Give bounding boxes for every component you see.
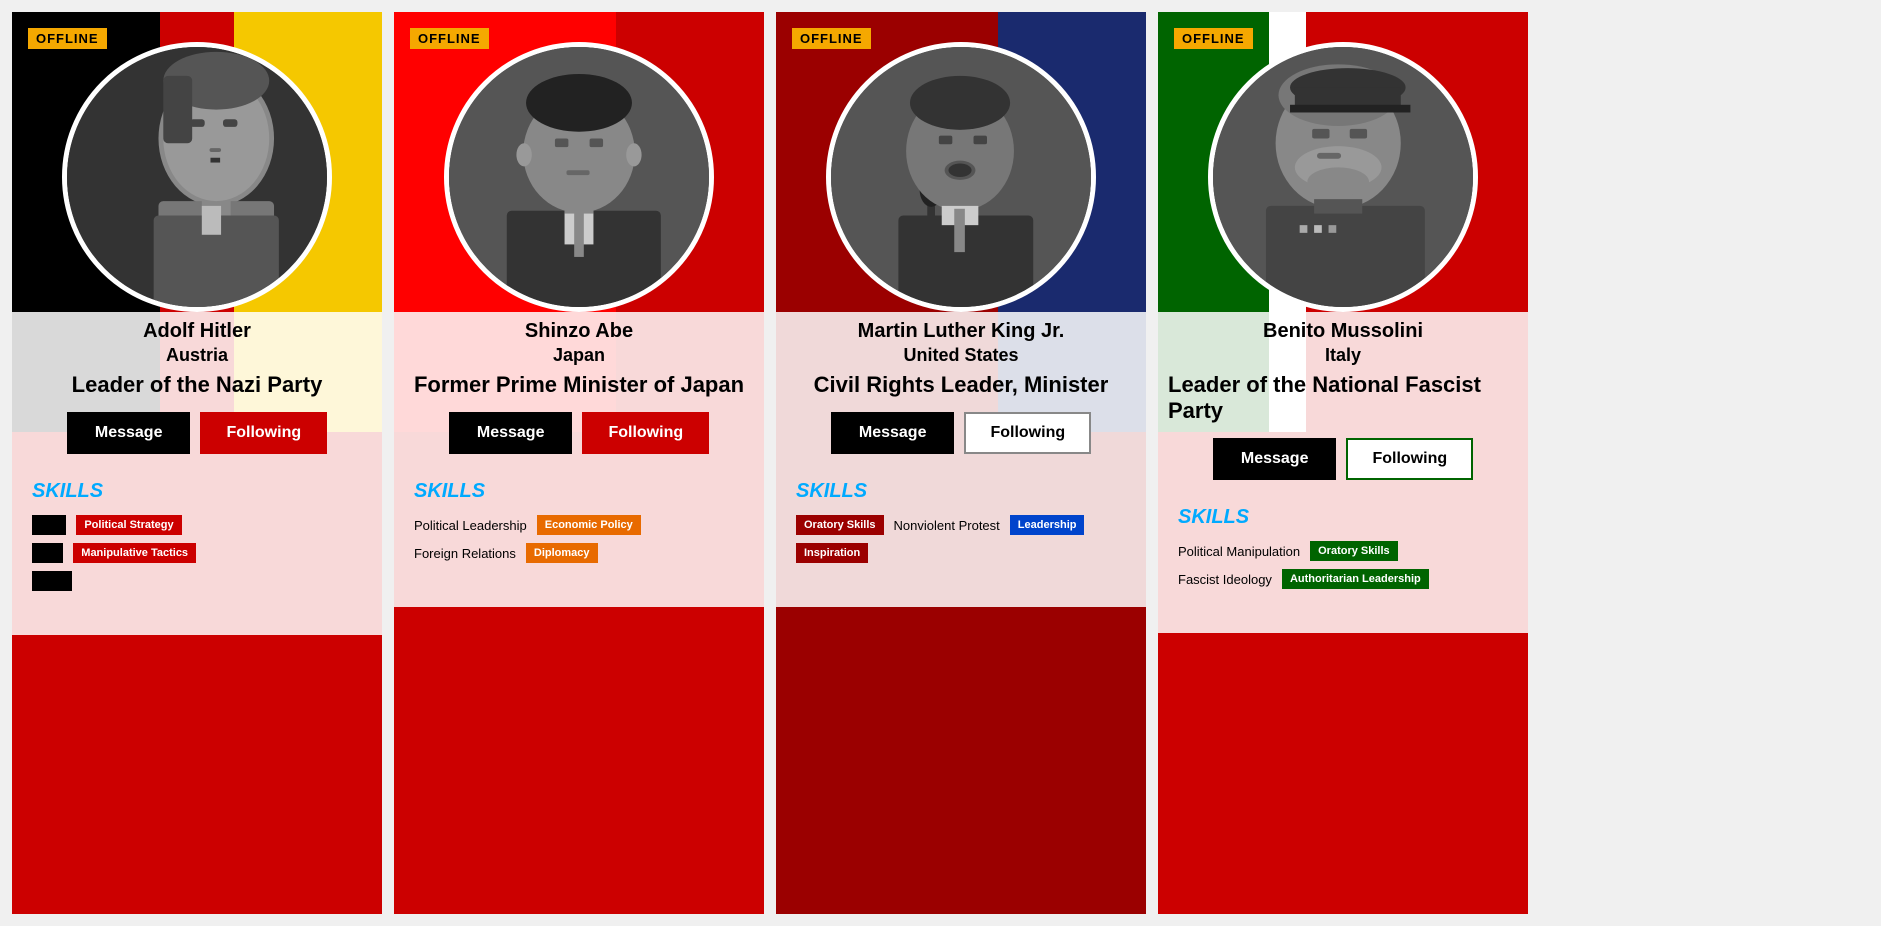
avatar (1208, 42, 1478, 312)
skill-bar (32, 515, 66, 535)
skills-title: SKILLS (414, 480, 744, 503)
profile-card-mussolini: OFFLINE (1158, 12, 1528, 914)
profile-card-mlk: OFFLINE (776, 12, 1146, 914)
skill-tag: Political Strategy (76, 515, 181, 535)
message-button[interactable]: Message (1213, 438, 1337, 480)
skill-tag: Inspiration (796, 543, 868, 563)
skill-tag: Oratory Skills (796, 515, 884, 535)
status-badge: OFFLINE (1174, 28, 1253, 49)
skill-tag: Economic Policy (537, 515, 641, 535)
card-country: Austria (166, 345, 228, 366)
message-button[interactable]: Message (831, 412, 955, 454)
skills-title: SKILLS (32, 480, 362, 503)
skills-title: SKILLS (1178, 506, 1508, 529)
card-title: Leader of the Nazi Party (62, 372, 333, 398)
message-button[interactable]: Message (67, 412, 191, 454)
skill-bar (32, 571, 72, 591)
card-country: United States (903, 345, 1018, 366)
skill-tag: Manipulative Tactics (73, 543, 196, 563)
skill-label: Fascist Ideology (1178, 572, 1272, 587)
avatar (62, 42, 332, 312)
following-button[interactable]: Following (964, 412, 1091, 454)
skill-label: Political Leadership (414, 518, 527, 533)
profile-card-hitler: OFFLINE (12, 12, 382, 914)
card-title: Former Prime Minister of Japan (404, 372, 754, 398)
card-name: Adolf Hitler (143, 320, 251, 343)
card-country: Japan (553, 345, 605, 366)
skill-label: Political Manipulation (1178, 544, 1300, 559)
avatar (444, 42, 714, 312)
message-button[interactable]: Message (449, 412, 573, 454)
status-badge: OFFLINE (28, 28, 107, 49)
skill-bar (32, 543, 63, 563)
card-country: Italy (1325, 345, 1361, 366)
skills-title: SKILLS (796, 480, 1126, 503)
card-title: Civil Rights Leader, Minister (804, 372, 1119, 398)
avatar (826, 42, 1096, 312)
card-title: Leader of the National Fascist Party (1158, 372, 1528, 424)
skill-tag: Authoritarian Leadership (1282, 569, 1429, 589)
skill-tag: Oratory Skills (1310, 541, 1398, 561)
skill-tag: Diplomacy (526, 543, 598, 563)
status-badge: OFFLINE (792, 28, 871, 49)
following-button[interactable]: Following (200, 412, 327, 454)
skill-tag: Leadership (1010, 515, 1085, 535)
skill-label: Foreign Relations (414, 546, 516, 561)
card-name: Martin Luther King Jr. (858, 320, 1065, 343)
status-badge: OFFLINE (410, 28, 489, 49)
card-name: Shinzo Abe (525, 320, 633, 343)
following-button[interactable]: Following (582, 412, 709, 454)
skill-label: Nonviolent Protest (894, 518, 1000, 533)
profile-card-abe: OFFLINE (394, 12, 764, 914)
card-name: Benito Mussolini (1263, 320, 1423, 343)
following-button[interactable]: Following (1346, 438, 1473, 480)
